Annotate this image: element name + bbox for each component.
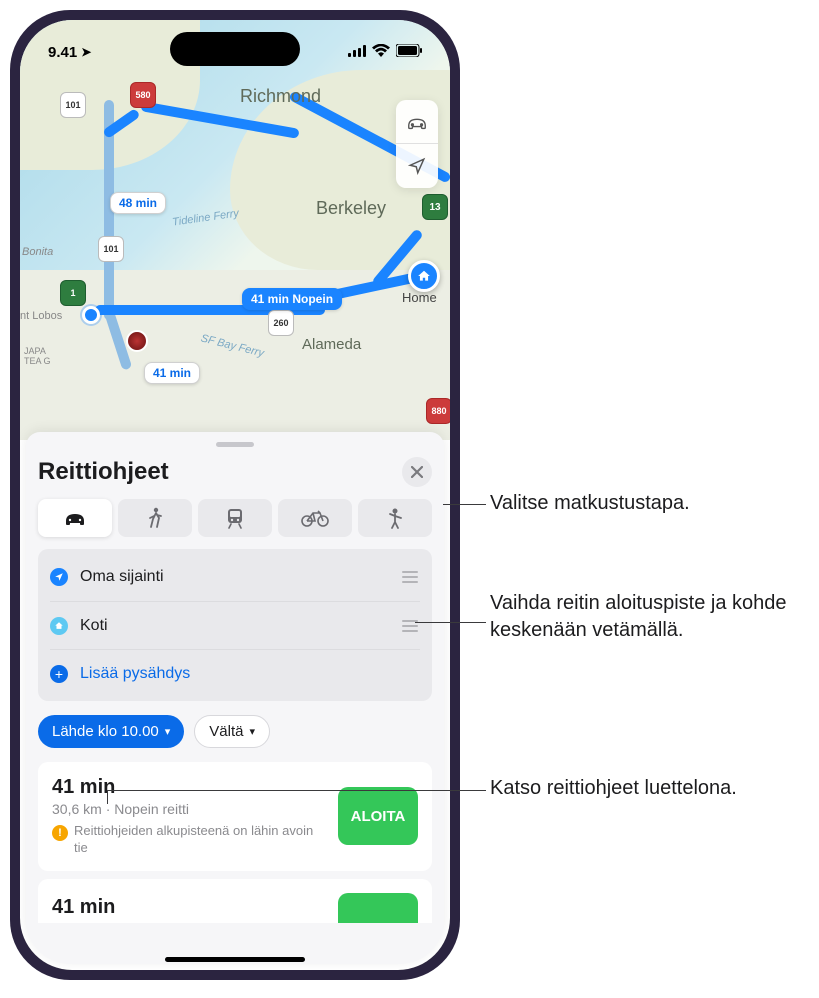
map-mode-button[interactable] [396,100,438,144]
stops-list: Oma sijainti Koti + Lisää pysähdys [38,549,432,701]
poi-marker[interactable] [126,330,148,352]
route-subtitle: 30,6 km · Nopein reitti [52,801,326,817]
status-time: 9.41 [48,44,77,61]
map-label-richmond: Richmond [240,86,321,107]
close-button[interactable] [402,457,432,487]
route-warning-text: Reittiohjeiden alkupisteenä on lähin avo… [74,823,326,857]
destination-pin-home[interactable] [408,260,440,292]
location-services-icon: ➤ [81,45,91,59]
route-badge-alt-48[interactable]: 48 min [110,192,166,214]
phone-frame: 9.41 ➤ [10,10,460,980]
route-badge-time: 41 min [251,292,289,306]
destination-row[interactable]: Koti [50,601,420,649]
origin-label: Oma sijainti [80,568,388,586]
battery-icon [396,44,422,61]
map-label-bonita: Bonita [22,246,53,258]
mode-rideshare-button[interactable] [358,499,432,537]
mode-transit-button[interactable] [198,499,272,537]
route-card-2[interactable]: 41 min [38,879,432,923]
route-time: 41 min [52,776,326,799]
route-options-row: Lähde klo 10.00 ▾ Vältä ▾ [38,715,432,748]
route-shield-101: 101 [60,92,86,118]
chevron-down-icon: ▾ [165,725,171,738]
go-button[interactable]: ALOITA [338,787,418,845]
callout-line [443,504,486,505]
route-badge-tag: Nopein [292,292,333,306]
origin-drag-handle[interactable] [400,571,420,583]
chevron-down-icon: ▾ [250,725,256,738]
route-shield-ca13: 13 [422,194,448,220]
route-badge-alt-41[interactable]: 41 min [144,362,200,384]
callout-line [107,790,108,804]
home-indicator[interactable] [165,957,305,962]
callout-reorder-stops: Vaihda reitin aloituspiste ja kohde kesk… [490,590,790,644]
callout-line [107,790,486,791]
mode-walk-button[interactable] [118,499,192,537]
dynamic-island [170,32,300,66]
map-label-alameda: Alameda [302,336,361,353]
map-controls [396,100,438,188]
sheet-grabber[interactable] [216,442,254,447]
map-label-berkeley: Berkeley [316,198,386,219]
transport-mode-selector [38,499,432,537]
route-shield-ca1: 1 [60,280,86,306]
callout-line [415,622,486,623]
destination-label: Koti [80,617,388,635]
screen: 9.41 ➤ [20,20,450,970]
map-view[interactable]: 101 580 101 1 260 13 880 Richmond Berkel… [20,20,450,440]
map-label-tea-garden: JAPA TEA G [24,346,51,366]
map-label-home: Home [402,290,437,305]
destination-icon [50,617,68,635]
map-tracking-button[interactable] [396,144,438,188]
mode-car-button[interactable] [38,499,112,537]
route-time-2: 41 min [52,896,326,919]
go-button-2[interactable] [338,893,418,923]
route-badge-fastest[interactable]: 41 min Nopein [242,288,342,310]
route-card-1[interactable]: 41 min 30,6 km · Nopein reitti ! Reittio… [38,762,432,871]
add-stop-row[interactable]: + Lisää pysähdys [50,649,420,697]
directions-sheet[interactable]: Reittiohjeet [26,432,444,964]
add-stop-icon: + [50,665,68,683]
mode-bike-button[interactable] [278,499,352,537]
depart-time-label: Lähde klo 10.00 [52,723,159,740]
callout-route-list: Katso reittiohjeet luettelona. [490,775,737,802]
current-location-dot [82,306,100,324]
depart-time-button[interactable]: Lähde klo 10.00 ▾ [38,715,184,748]
callout-transport-mode: Valitse matkustustapa. [490,490,690,517]
map-ferry-tideline: Tideline Ferry [171,207,239,228]
warning-icon: ! [52,825,68,841]
add-stop-label: Lisää pysähdys [80,665,420,683]
phone-screen-bezel: 9.41 ➤ [20,20,450,970]
avoid-label: Vältä [209,723,243,740]
route-shield-i580: 580 [130,82,156,108]
sheet-title: Reittiohjeet [38,458,169,486]
avoid-button[interactable]: Vältä ▾ [194,715,270,748]
cellular-icon [348,44,366,61]
route-shield-101b: 101 [98,236,124,262]
wifi-icon [372,44,390,61]
map-label-lobos: nt Lobos [20,310,62,322]
origin-row[interactable]: Oma sijainti [50,553,420,601]
origin-icon [50,568,68,586]
route-shield-i880: 880 [426,398,450,424]
route-shield-260: 260 [268,310,294,336]
